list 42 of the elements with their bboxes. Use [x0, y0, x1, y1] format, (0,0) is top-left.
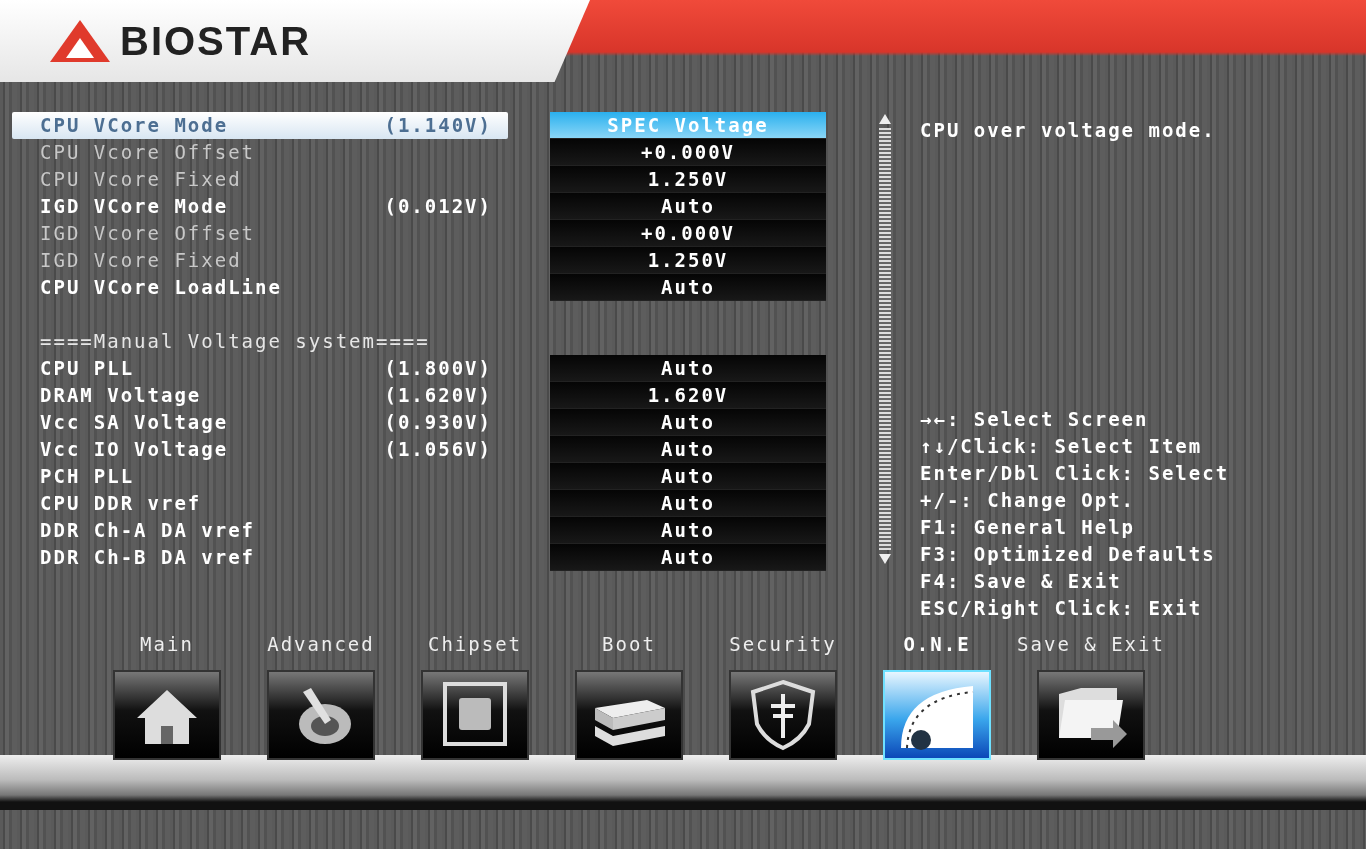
setting-row[interactable]: CPU DDR vref [12, 490, 508, 517]
key-hint: ESC/Right Click: Exit [920, 596, 1204, 621]
setting-row[interactable]: DDR Ch-B DA vref [12, 544, 508, 571]
logo-icon [48, 18, 112, 64]
menu-tab[interactable]: Advanced [252, 630, 390, 810]
setting-row[interactable]: DDR Ch-A DA vref [12, 517, 508, 544]
menu-tab[interactable]: Main [98, 630, 236, 810]
key-hint: F1: General Help [920, 515, 1137, 540]
setting-value[interactable]: 1.620V [550, 382, 826, 409]
key-hint: →←: Select Screen [920, 407, 1150, 432]
scroll-down-icon[interactable] [879, 554, 891, 564]
menu-tab[interactable]: O.N.E [868, 630, 1006, 810]
setting-row[interactable]: CPU PLL (1.800V) [12, 355, 508, 382]
menu-tab[interactable]: Chipset [406, 630, 544, 810]
setting-row[interactable]: IGD VCore Mode (0.012V) [12, 193, 508, 220]
setting-row[interactable]: CPU VCore Mode (1.140V) [12, 112, 508, 139]
setting-value[interactable]: Auto [550, 274, 826, 301]
section-heading: ====Manual Voltage system==== [40, 329, 430, 355]
menu-tab[interactable]: Security [714, 630, 852, 810]
setting-value[interactable]: Auto [550, 517, 826, 544]
setting-row[interactable]: Vcc IO Voltage (1.056V) [12, 436, 508, 463]
setting-value[interactable]: Auto [550, 409, 826, 436]
setting-value[interactable]: Auto [550, 463, 826, 490]
key-hint: +/-: Change Opt. [920, 488, 1137, 513]
setting-row[interactable]: PCH PLL [12, 463, 508, 490]
key-hint: ↑↓/Click: Select Item [920, 434, 1204, 459]
key-hint: F3: Optimized Defaults [920, 542, 1217, 567]
setting-row[interactable]: CPU VCore LoadLine [12, 274, 508, 301]
key-hint: F4: Save & Exit [920, 569, 1123, 594]
setting-value[interactable]: Auto [550, 490, 826, 517]
setting-row[interactable]: Vcc SA Voltage (0.930V) [12, 409, 508, 436]
key-hint: Enter/Dbl Click: Select [920, 461, 1230, 486]
setting-value[interactable]: Auto [550, 355, 826, 382]
setting-value[interactable]: Auto [550, 193, 826, 220]
setting-value[interactable]: Auto [550, 544, 826, 571]
brand-name: BIOSTAR [120, 21, 312, 61]
setting-row[interactable]: DRAM Voltage (1.620V) [12, 382, 508, 409]
scroll-track[interactable] [879, 128, 891, 550]
help-description: CPU over voltage mode. [920, 118, 1217, 143]
scroll-up-icon[interactable] [879, 114, 891, 124]
setting-value[interactable]: Auto [550, 436, 826, 463]
menu-tab[interactable]: Boot [560, 630, 698, 810]
